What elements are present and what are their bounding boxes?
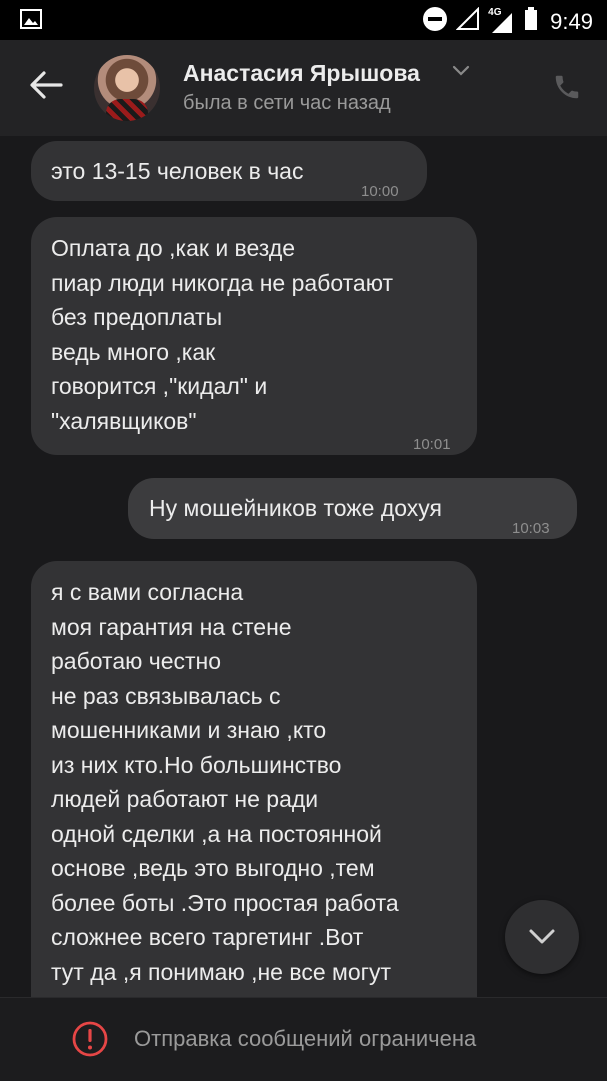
message-text: это 13-15 человек в час — [51, 158, 304, 184]
message-text: Ну мошейников тоже дохуя — [149, 495, 442, 521]
contact-last-seen: была в сети час назад — [183, 92, 391, 114]
avatar[interactable] — [94, 55, 160, 121]
message-text: Оплата до ,как и везде пиар люди никогда… — [51, 235, 393, 434]
call-button[interactable] — [552, 72, 582, 107]
messaging-restricted-bar: Отправка сообщений ограничена — [0, 997, 607, 1081]
arrow-left-icon — [30, 71, 63, 99]
chevron-down-icon[interactable] — [452, 64, 470, 82]
back-button[interactable] — [28, 70, 68, 106]
scroll-to-bottom-button[interactable] — [505, 900, 579, 974]
gallery-notification-icon — [20, 9, 42, 34]
phone-icon — [555, 75, 579, 99]
signal-4g-icon: 4G — [488, 6, 516, 35]
chevron-down-icon — [529, 929, 555, 944]
contact-name[interactable]: Анастасия Ярышова — [183, 60, 420, 87]
empty-signal-icon — [455, 6, 480, 36]
message-bubble[interactable]: Оплата до ,как и везде пиар люди никогда… — [31, 217, 477, 455]
messaging-restricted-notice: Отправка сообщений ограничена — [134, 1026, 477, 1051]
battery-icon — [524, 7, 538, 36]
message-bubble[interactable]: Ну мошейников тоже дохуя 10:03 — [128, 478, 577, 539]
message-time: 10:03 — [512, 520, 550, 537]
chat-header: Анастасия Ярышова была в сети час назад — [0, 40, 607, 136]
message-bubble[interactable]: я с вами согласна моя гарантия на стене … — [31, 561, 477, 1031]
message-text: я с вами согласна моя гарантия на стене … — [51, 579, 399, 985]
clock: 9:49 — [550, 8, 593, 34]
message-time: 10:00 — [361, 183, 399, 200]
status-bar: 4G 9:49 — [0, 0, 607, 40]
do-not-disturb-icon — [422, 6, 448, 37]
message-bubble[interactable]: это 13-15 человек в час 10:00 — [31, 141, 427, 201]
network-type-label: 4G — [488, 6, 502, 18]
message-time: 10:01 — [413, 436, 451, 453]
exclamation-circle-icon — [71, 1020, 109, 1063]
